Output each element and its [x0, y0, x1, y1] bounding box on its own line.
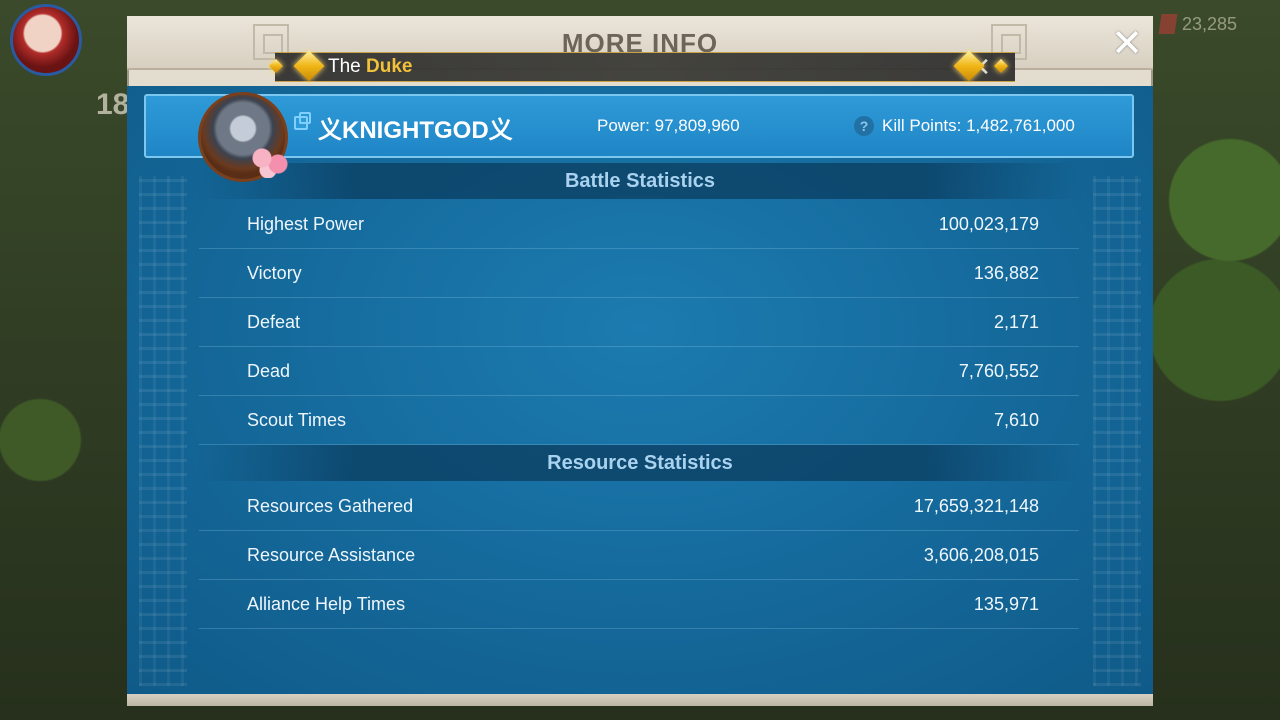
stat-row-alliance-help-times: Alliance Help Times 135,971	[199, 580, 1079, 629]
player-power: Power: 97,809,960	[597, 116, 740, 135]
resource-counter: 23,285	[1158, 6, 1280, 42]
title-rank: Duke	[366, 56, 413, 77]
stat-value: 7,610	[993, 410, 1039, 430]
stat-value: 135,971	[973, 594, 1039, 614]
stat-label: Dead	[247, 361, 291, 381]
stat-label: Defeat	[247, 312, 301, 332]
stat-value: 136,882	[973, 263, 1039, 283]
stat-row-defeat: Defeat 2,171	[199, 298, 1079, 347]
stat-label: Resource Assistance	[247, 545, 416, 565]
player-title: The Duke	[328, 56, 413, 78]
resource-counter-value: 23,285	[1182, 13, 1238, 34]
close-button[interactable]: ✕	[1107, 24, 1147, 64]
player-name: 义KNIGHTGOD义	[318, 117, 513, 144]
stat-row-resources-gathered: Resources Gathered 17,659,321,148	[199, 482, 1079, 531]
stat-value: 7,760,552	[958, 361, 1039, 381]
cherry-blossom-icon	[248, 144, 292, 178]
player-banner: 义KNIGHTGOD义 Power: 97,809,960 ? Kill Poi…	[144, 92, 1134, 182]
greek-border-left	[139, 176, 187, 686]
stat-row-victory: Victory 136,882	[199, 249, 1079, 298]
stat-row-highest-power: Highest Power 100,023,179	[199, 200, 1079, 249]
info-panel: 义KNIGHTGOD义 Power: 97,809,960 ? Kill Poi…	[127, 86, 1153, 694]
stat-value: 2,171	[993, 312, 1039, 332]
stat-label: Alliance Help Times	[247, 594, 406, 614]
title-bar: The Duke ✕	[275, 52, 1015, 82]
gem-icon	[1158, 14, 1178, 34]
stat-value: 3,606,208,015	[923, 545, 1039, 565]
more-info-dialog: MORE INFO ✕ 义KNIGHTGOD义 Power: 97,809,96…	[127, 16, 1153, 706]
stat-row-resource-assistance: Resource Assistance 3,606,208,015	[199, 531, 1079, 580]
resource-statistics-header: Resource Statistics	[197, 445, 1083, 481]
help-icon[interactable]: ?	[854, 116, 874, 136]
stat-row-scout-times: Scout Times 7,610	[199, 396, 1079, 445]
stat-label: Victory	[247, 263, 302, 283]
dialog-bottom-rim	[127, 694, 1153, 706]
battle-statistics-header: Battle Statistics	[197, 163, 1083, 199]
player-kill-points: Kill Points: 1,482,761,000	[882, 116, 1075, 135]
stat-label: Resources Gathered	[247, 496, 414, 516]
stat-value: 100,023,179	[938, 214, 1039, 234]
stat-label: Highest Power	[247, 214, 365, 234]
level-badge: 18	[96, 88, 130, 121]
title-prefix: The	[328, 56, 361, 77]
stat-label: Scout Times	[247, 410, 347, 430]
stat-value: 17,659,321,148	[913, 496, 1039, 516]
greek-border-right	[1093, 176, 1141, 686]
copy-icon[interactable]	[294, 112, 311, 130]
stat-row-dead: Dead 7,760,552	[199, 347, 1079, 396]
governor-avatar-icon[interactable]	[10, 4, 82, 76]
